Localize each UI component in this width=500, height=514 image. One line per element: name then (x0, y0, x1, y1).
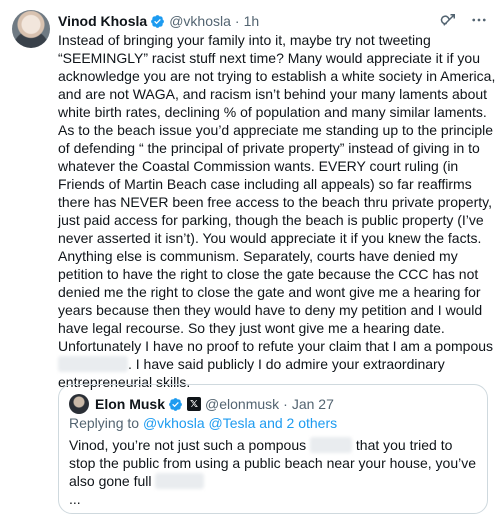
replying-handles[interactable]: @vkhosla @Tesla (143, 415, 255, 431)
quote-author-handle: @elonmusk (205, 396, 280, 412)
separator: · (234, 13, 240, 29)
author-handle[interactable]: @vkhosla (169, 13, 231, 29)
verified-badge-icon (151, 14, 165, 28)
redacted-word: xxxxxxx (155, 473, 205, 489)
tweet-header: Vinod Khosla @vkhosla · 1h (58, 11, 488, 31)
quote-timestamp: Jan 27 (291, 396, 334, 412)
redacted-word: xxxxxx (310, 437, 353, 453)
verified-badge-icon (169, 397, 182, 411)
quote-header: Elon Musk 𝕏 @elonmusk · Jan 27 (69, 394, 334, 414)
header-actions (440, 11, 488, 29)
quote-avatar (69, 394, 89, 414)
author-name[interactable]: Vinod Khosla (58, 13, 147, 29)
tweet-paragraph-1: Instead of bringing your family into it,… (58, 32, 496, 120)
tweet-paragraph-3-start: Unfortunately I have no proof to refute … (58, 338, 494, 354)
tweet-text: Instead of bringing your family into it,… (58, 31, 498, 391)
more-icon[interactable] (470, 11, 488, 29)
replying-prefix: Replying to (69, 415, 140, 431)
timestamp[interactable]: 1h (244, 13, 260, 29)
x-badge-icon: 𝕏 (187, 397, 202, 411)
redacted-word: xxxxxxxxxx (58, 356, 128, 372)
replying-to: Replying to @vkhosla @Tesla and 2 others (69, 415, 337, 431)
tweet-paragraph-2: As to the beach issue you’d appreciate m… (58, 122, 494, 336)
quote-text: Vinod, you’re not just such a pompous xx… (69, 436, 479, 508)
tweet-paragraph-3: Unfortunately I have no proof to refute … (58, 337, 498, 391)
grok-icon[interactable] (440, 11, 458, 29)
quoted-tweet[interactable]: Elon Musk 𝕏 @elonmusk · Jan 27 Replying … (58, 384, 488, 514)
quote-text-start: Vinod, you’re not just such a pompous (69, 437, 307, 453)
quote-separator: · (283, 396, 288, 412)
replying-others[interactable]: and 2 others (259, 415, 337, 431)
quote-text-more: ... (69, 491, 81, 507)
tweet[interactable]: Vinod Khosla @vkhosla · 1h Instead of br… (0, 0, 500, 514)
avatar[interactable] (12, 10, 50, 48)
quote-author-name: Elon Musk (95, 396, 166, 412)
